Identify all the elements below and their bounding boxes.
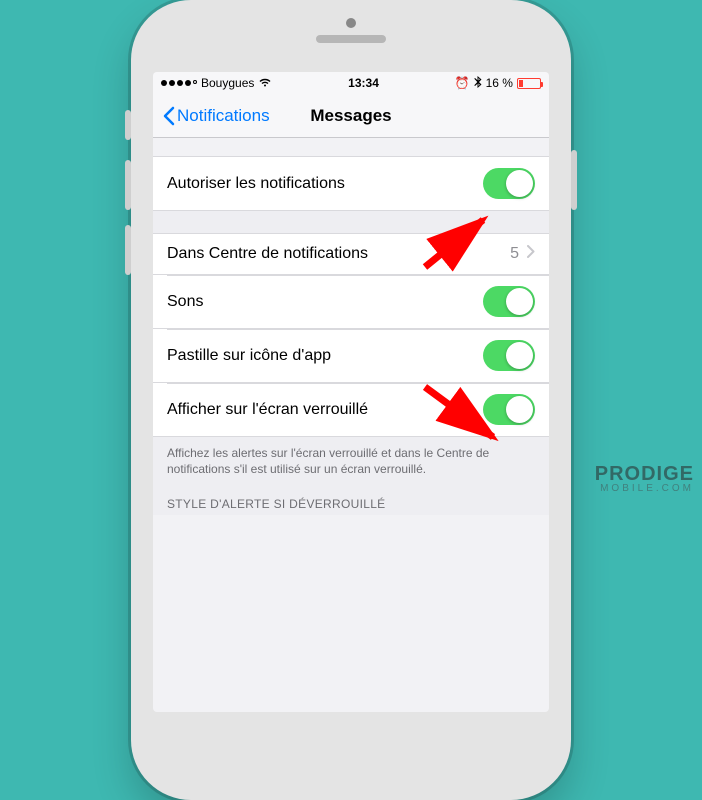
toggle-allow-notifications[interactable] [483,168,535,199]
back-label: Notifications [177,106,270,126]
wifi-icon [258,76,272,90]
row-label: Pastille sur icône d'app [167,347,483,365]
mute-switch [125,110,131,140]
section-header-alert-style: STYLE D'ALERTE SI DÉVERROUILLÉ [153,479,549,515]
watermark: PRODIGE MOBILE.COM [595,463,694,494]
volume-down-button [125,225,131,275]
section-footer: Affichez les alertes sur l'écran verroui… [153,437,549,479]
front-camera [346,18,356,28]
row-show-on-lock-screen[interactable]: Afficher sur l'écran verrouillé [153,383,549,437]
alarm-icon: ⏰ [455,76,470,90]
earpiece-speaker [316,35,386,43]
row-label: Autoriser les notifications [167,175,483,193]
row-notification-center[interactable]: Dans Centre de notifications 5 [153,233,549,275]
status-bar: Bouygues 13:34 ⏰ 16 % [153,72,549,94]
notification-center-count: 5 [510,245,519,263]
nav-bar: Notifications Messages [153,94,549,138]
battery-percentage: 16 % [486,76,513,90]
row-label: Sons [167,293,483,311]
row-badge-app-icon[interactable]: Pastille sur icône d'app [153,329,549,383]
screen: Bouygues 13:34 ⏰ 16 % Notifications Mess… [153,72,549,712]
row-label: Dans Centre de notifications [167,245,510,263]
back-button[interactable]: Notifications [161,106,270,126]
toggle-lockscreen[interactable] [483,394,535,425]
chevron-left-icon [161,106,175,126]
watermark-line2: MOBILE.COM [595,483,694,494]
row-sounds[interactable]: Sons [153,275,549,329]
row-label: Afficher sur l'écran verrouillé [167,401,483,419]
battery-icon [517,78,541,89]
toggle-sounds[interactable] [483,286,535,317]
power-button [571,150,577,210]
signal-strength-icon [161,80,197,86]
carrier-label: Bouygues [201,76,254,90]
chevron-right-icon [527,245,535,263]
settings-content: Autoriser les notifications Dans Centre … [153,156,549,515]
bluetooth-icon [474,76,482,91]
phone-frame: Bouygues 13:34 ⏰ 16 % Notifications Mess… [131,0,571,800]
status-time: 13:34 [348,76,379,90]
toggle-badge[interactable] [483,340,535,371]
volume-up-button [125,160,131,210]
row-allow-notifications[interactable]: Autoriser les notifications [153,156,549,211]
